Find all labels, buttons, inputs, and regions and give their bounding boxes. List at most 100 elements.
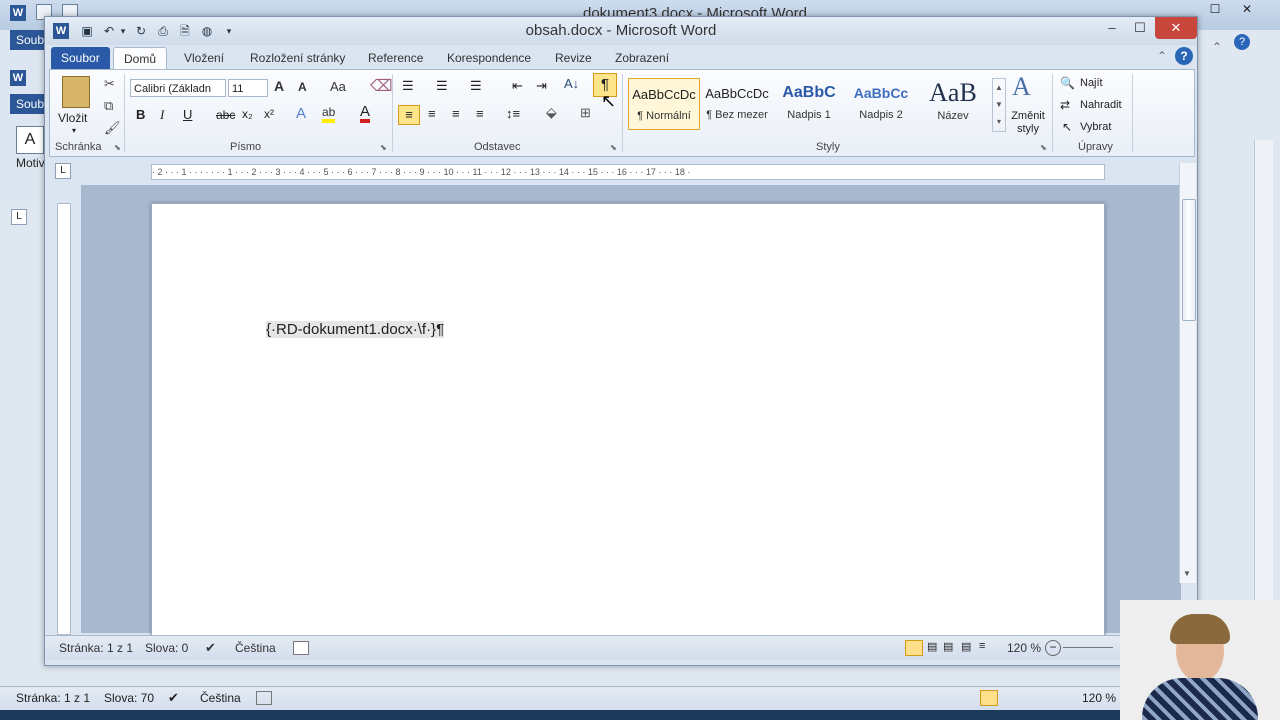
- background-minimize-ribbon-icon[interactable]: ⌃: [1212, 40, 1222, 54]
- styles-dialog-launcher-icon[interactable]: ⬊: [1040, 143, 1047, 152]
- bullets-icon[interactable]: ☰: [402, 78, 414, 94]
- background-language-status[interactable]: Čeština: [200, 691, 241, 705]
- print-layout-view-icon[interactable]: [905, 640, 923, 656]
- help-icon[interactable]: ?: [1175, 47, 1193, 65]
- font-size-combo[interactable]: 11: [228, 79, 268, 97]
- clipboard-dialog-launcher-icon[interactable]: ⬊: [114, 143, 121, 152]
- background-page-status[interactable]: Stránka: 1 z 1: [16, 691, 90, 705]
- macro-recording-icon[interactable]: [293, 641, 309, 655]
- zoom-out-icon[interactable]: −: [1045, 640, 1061, 656]
- align-center-icon[interactable]: ≡: [428, 106, 436, 121]
- paste-icon[interactable]: [62, 76, 90, 108]
- outline-view-icon[interactable]: ▤: [961, 640, 971, 653]
- line-spacing-icon[interactable]: ↕≡: [506, 106, 520, 121]
- find-button[interactable]: Najít: [1080, 77, 1103, 89]
- tab-insert[interactable]: Vložení: [174, 47, 234, 69]
- format-painter-icon[interactable]: 🖌: [104, 120, 121, 136]
- style-normal[interactable]: AaBbCcDc ¶ Normální: [628, 78, 700, 130]
- print-layout-icon[interactable]: [980, 690, 998, 706]
- theme-icon[interactable]: A: [16, 126, 44, 154]
- cut-icon[interactable]: ✂: [104, 76, 115, 92]
- sort-icon[interactable]: A↓: [564, 76, 579, 91]
- styles-scroll-icon[interactable]: ▲ ▼ ▾: [992, 78, 1006, 132]
- proofing-icon[interactable]: ✔: [205, 640, 216, 656]
- justify-icon[interactable]: ≡: [476, 106, 484, 121]
- align-left-icon[interactable]: ≡: [398, 105, 420, 125]
- scroll-down-icon[interactable]: ▼: [1183, 569, 1191, 578]
- background-help-icon[interactable]: ?: [1234, 34, 1250, 50]
- page[interactable]: {·RD-dokument1.docx·\f·}¶: [151, 203, 1105, 645]
- page-status[interactable]: Stránka: 1 z 1: [59, 641, 133, 655]
- horizontal-ruler[interactable]: · 2 · · · 1 · · · · · · · 1 · · · 2 · · …: [151, 164, 1105, 180]
- close-button[interactable]: ✕: [1155, 17, 1197, 39]
- paste-dropdown-icon[interactable]: ▾: [72, 126, 76, 135]
- find-icon[interactable]: 🔍: [1060, 76, 1075, 90]
- tab-file[interactable]: Soubor: [51, 47, 110, 69]
- italic-button[interactable]: I: [160, 107, 164, 123]
- replace-icon[interactable]: ⇄: [1060, 98, 1070, 112]
- select-button[interactable]: Vybrat: [1080, 121, 1111, 133]
- zoom-slider[interactable]: [1063, 647, 1113, 648]
- align-right-icon[interactable]: ≡: [452, 106, 460, 121]
- decrease-indent-icon[interactable]: ⇤: [512, 78, 523, 94]
- background-close-button[interactable]: ✕: [1240, 2, 1254, 16]
- increase-indent-icon[interactable]: ⇥: [536, 78, 547, 94]
- font-dialog-launcher-icon[interactable]: ⬊: [380, 143, 387, 152]
- vertical-tab-selector-icon[interactable]: L: [11, 209, 27, 225]
- font-name-combo[interactable]: Calibri (Základn: [130, 79, 226, 97]
- multilevel-list-icon[interactable]: ☰: [470, 78, 482, 94]
- subscript-button[interactable]: x₂: [242, 107, 253, 121]
- tab-selector-icon[interactable]: L: [55, 163, 71, 179]
- text-effects-icon[interactable]: A: [296, 105, 306, 122]
- replace-button[interactable]: Nahradit: [1080, 99, 1122, 111]
- background-words-status[interactable]: Slova: 70: [104, 691, 154, 705]
- vertical-scrollbar[interactable]: ▼: [1179, 163, 1196, 583]
- paste-button-label[interactable]: Vložit: [58, 111, 87, 125]
- numbering-icon[interactable]: ☰: [436, 78, 448, 94]
- underline-button[interactable]: U: [183, 107, 192, 122]
- maximize-button[interactable]: ☐: [1123, 17, 1157, 39]
- style-no-spacing[interactable]: AaBbCcDc ¶ Bez mezer: [702, 78, 772, 128]
- bold-button[interactable]: B: [136, 107, 145, 122]
- full-screen-view-icon[interactable]: ▤: [927, 640, 937, 653]
- shrink-font-icon[interactable]: A: [298, 80, 307, 94]
- select-icon[interactable]: ↖: [1062, 120, 1072, 134]
- web-layout-view-icon[interactable]: ▤: [943, 640, 953, 653]
- draft-view-icon[interactable]: ≡: [979, 640, 985, 652]
- highlight-icon[interactable]: ab: [322, 105, 336, 123]
- paragraph-dialog-launcher-icon[interactable]: ⬊: [610, 143, 617, 152]
- style-heading-2[interactable]: AaBbCc Nadpis 2: [846, 78, 916, 128]
- background-scrollbar[interactable]: [1254, 140, 1273, 660]
- font-color-icon[interactable]: A: [360, 104, 371, 123]
- strikethrough-button[interactable]: abc: [216, 108, 235, 122]
- macro-icon[interactable]: [256, 691, 272, 705]
- background-tab-file-2[interactable]: Soub: [10, 94, 44, 114]
- tab-view[interactable]: Zobrazení: [605, 47, 679, 69]
- style-title[interactable]: AaB Název: [918, 78, 988, 128]
- tab-home[interactable]: Domů: [113, 47, 168, 70]
- grow-font-icon[interactable]: A: [274, 78, 284, 94]
- style-heading-1[interactable]: AaBbC Nadpis 1: [774, 78, 844, 128]
- copy-icon[interactable]: ⧉: [104, 98, 113, 114]
- tab-references[interactable]: Reference: [358, 47, 433, 69]
- superscript-button[interactable]: x²: [264, 107, 274, 121]
- word-count-status[interactable]: Slova: 0: [145, 641, 188, 655]
- background-tab-file[interactable]: Soub: [10, 30, 44, 50]
- proofing-icon[interactable]: ✔: [168, 690, 179, 706]
- clear-formatting-icon[interactable]: ⌫: [370, 76, 393, 96]
- borders-icon[interactable]: ⊞: [580, 105, 591, 121]
- change-styles-label[interactable]: Změnit styly: [1006, 110, 1050, 136]
- change-case-icon[interactable]: Aa: [330, 79, 346, 94]
- minimize-ribbon-icon[interactable]: ⌃: [1157, 49, 1167, 63]
- vertical-ruler[interactable]: [57, 203, 71, 635]
- zoom-level[interactable]: 120 %: [1007, 641, 1041, 655]
- field-code[interactable]: {·RD-dokument1.docx·\f·}¶: [266, 321, 445, 338]
- scrollbar-thumb[interactable]: [1182, 199, 1196, 321]
- background-maximize-button[interactable]: ☐: [1208, 2, 1222, 16]
- language-status[interactable]: Čeština: [235, 641, 276, 655]
- tab-review[interactable]: Revize: [545, 47, 602, 69]
- tab-page-layout[interactable]: Rozložení stránky: [240, 47, 355, 69]
- tab-mailings[interactable]: Korespondence: [437, 47, 541, 69]
- background-zoom-level[interactable]: 120 %: [1082, 691, 1116, 705]
- change-styles-icon[interactable]: A: [1012, 72, 1031, 102]
